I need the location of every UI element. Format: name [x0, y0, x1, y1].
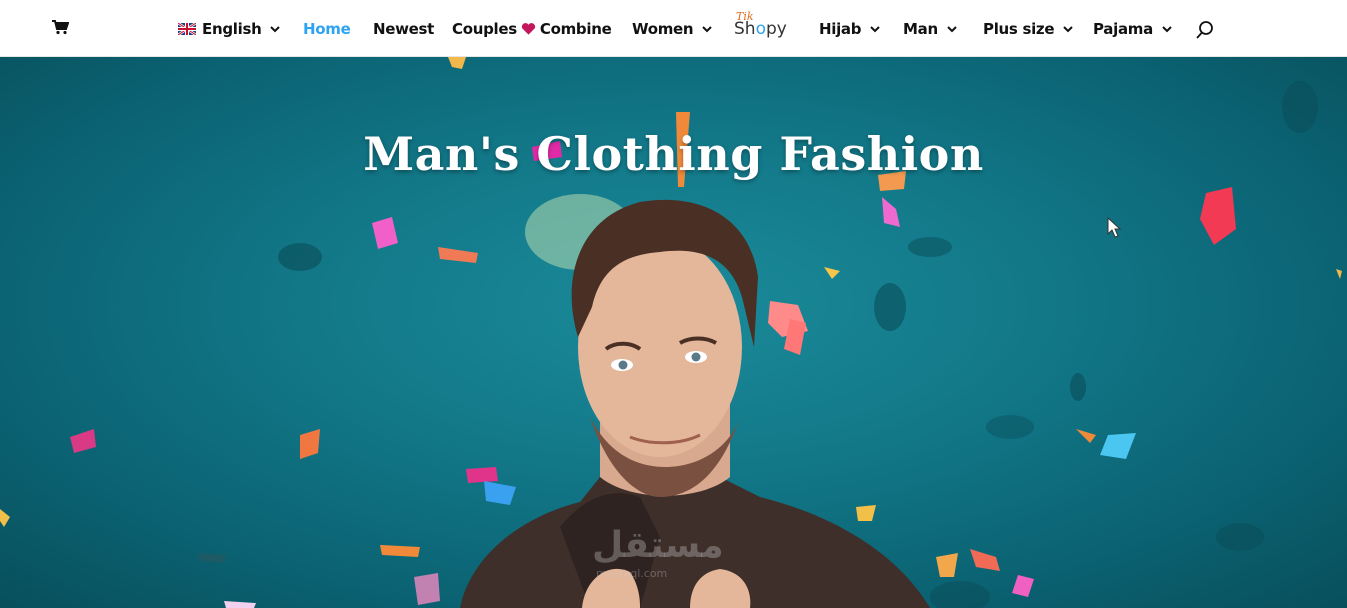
- nav-item-pajama[interactable]: Pajama: [1093, 18, 1173, 40]
- uk-flag-icon: [178, 23, 196, 35]
- nav-item-couples-combine[interactable]: Couples Combine: [452, 18, 612, 40]
- nav-item-label: Home: [303, 20, 351, 38]
- hero-title: Man's Clothing Fashion: [363, 127, 984, 181]
- shopping-cart-icon[interactable]: [51, 19, 69, 35]
- nav-item-label: Newest: [373, 20, 435, 38]
- nav-item-newest[interactable]: Newest: [373, 18, 434, 40]
- mouse-cursor-icon: [1107, 217, 1121, 238]
- nav-item-label: Hijab: [819, 20, 862, 38]
- nav-item-women[interactable]: Women: [632, 18, 713, 40]
- top-navigation: English Home Newest Couples Combine Wome…: [0, 0, 1347, 57]
- nav-item-hijab[interactable]: Hijab: [819, 18, 881, 40]
- chevron-down-icon: [270, 26, 281, 33]
- heart-icon: [521, 23, 535, 35]
- chevron-down-icon: [1162, 26, 1172, 33]
- hero-banner: Man's Clothing Fashion مستقل mostaql.com: [0, 57, 1347, 608]
- nav-item-home[interactable]: Home: [303, 18, 351, 40]
- nav-item-label: Women: [632, 20, 694, 38]
- chevron-down-icon: [870, 26, 880, 33]
- nav-item-label: Combine: [539, 20, 612, 38]
- chevron-down-icon: [947, 26, 957, 33]
- nav-item-plus-size[interactable]: Plus size: [983, 18, 1074, 40]
- nav-item-label: Plus size: [983, 20, 1055, 38]
- watermark-url: mostaql.com: [596, 567, 668, 580]
- logo-main-text: Shopy: [734, 19, 787, 39]
- chevron-down-icon: [702, 26, 713, 33]
- language-selector[interactable]: English: [178, 18, 281, 40]
- watermark-logo: مستقل: [592, 525, 724, 566]
- site-logo[interactable]: Tik Shopy: [732, 10, 790, 42]
- language-label: English: [202, 20, 262, 38]
- search-icon[interactable]: [1195, 20, 1215, 40]
- nav-item-label: Couples: [452, 20, 517, 38]
- nav-item-label: Man: [903, 20, 938, 38]
- nav-item-man[interactable]: Man: [903, 18, 958, 40]
- nav-item-label: Pajama: [1093, 20, 1153, 38]
- chevron-down-icon: [1063, 26, 1073, 33]
